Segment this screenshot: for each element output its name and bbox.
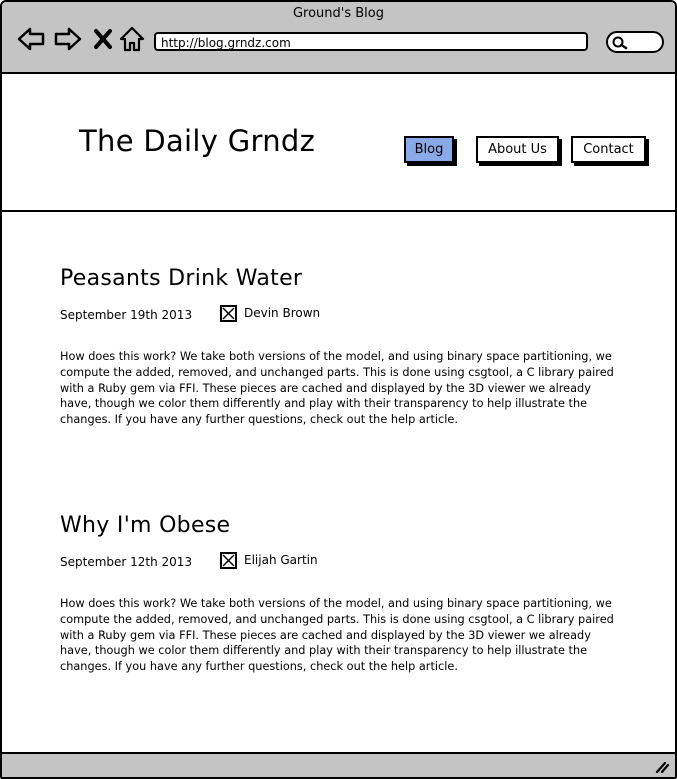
nav-contact[interactable]: Contact xyxy=(571,136,646,163)
search-icon xyxy=(612,36,628,50)
author-avatar xyxy=(220,305,237,322)
stop-icon[interactable] xyxy=(88,24,118,54)
blog-post: Peasants Drink Water September 19th 2013… xyxy=(60,266,620,428)
post-body: How does this work? We take both version… xyxy=(60,350,614,427)
home-icon[interactable] xyxy=(117,24,147,54)
image-placeholder-icon xyxy=(222,554,235,567)
post-meta: September 12th 2013 Elijah Gartin xyxy=(60,552,620,574)
post-date: September 19th 2013 xyxy=(60,308,193,322)
post-author[interactable]: Devin Brown xyxy=(244,306,320,320)
post-meta: September 19th 2013 Devin Brown xyxy=(60,305,620,327)
author-avatar xyxy=(220,552,237,569)
browser-chrome: Ground's Blog http://blog.grndz.com xyxy=(2,2,675,74)
browser-window: Ground's Blog http://blog.grndz.com The … xyxy=(0,0,677,779)
post-title[interactable]: Peasants Drink Water xyxy=(60,266,620,291)
nav-blog[interactable]: Blog xyxy=(404,136,454,163)
blog-post: Why I'm Obese September 12th 2013 Elijah… xyxy=(60,513,620,675)
site-header: The Daily Grndz Blog About Us Contact xyxy=(2,74,675,212)
post-date: September 12th 2013 xyxy=(60,555,193,569)
post-title[interactable]: Why I'm Obese xyxy=(60,513,620,538)
nav-about-us[interactable]: About Us xyxy=(476,136,559,163)
site-brand: The Daily Grndz xyxy=(79,124,316,158)
search-field[interactable] xyxy=(606,31,664,53)
back-icon[interactable] xyxy=(16,24,46,54)
address-bar[interactable]: http://blog.grndz.com xyxy=(154,32,588,51)
post-body: How does this work? We take both version… xyxy=(60,597,614,674)
window-title: Ground's Blog xyxy=(292,6,385,21)
status-bar xyxy=(2,752,675,777)
image-placeholder-icon xyxy=(222,307,235,320)
resize-grip-icon[interactable] xyxy=(655,761,669,773)
post-author[interactable]: Elijah Gartin xyxy=(244,553,318,567)
forward-icon[interactable] xyxy=(53,24,83,54)
